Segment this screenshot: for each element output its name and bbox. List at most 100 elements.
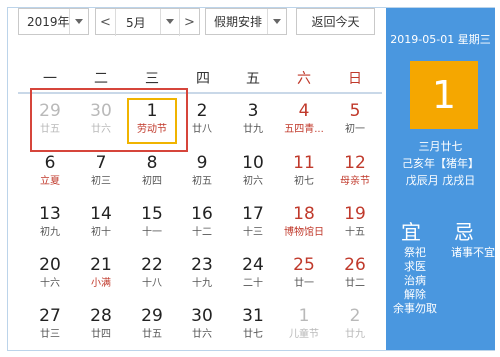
back-to-today-button[interactable]: 返回今天: [296, 8, 375, 35]
yi-list: 祭祀 求医 治病 解除 余事勿取: [386, 246, 444, 316]
year-ganzhi: 己亥年【猪年】: [402, 157, 479, 170]
lunar-label: 廿七: [243, 329, 263, 340]
day-number: 13: [39, 204, 61, 224]
day-number: 1: [298, 306, 310, 326]
weekday-label: 三: [145, 71, 159, 87]
day-number: 28: [90, 306, 112, 326]
weekday-label: 五: [246, 71, 260, 87]
day-number: 20: [39, 255, 61, 275]
day-cell[interactable]: 18 博物馆日: [279, 201, 329, 247]
lunar-label: 二十: [243, 278, 263, 289]
day-cell[interactable]: 13 初九: [25, 201, 75, 247]
day-number: 31: [242, 306, 264, 326]
day-cell[interactable]: 21 小满: [76, 252, 126, 298]
day-cell[interactable]: 27 廿三: [25, 303, 75, 349]
lunar-label: 初四: [142, 176, 162, 187]
day-number: 26: [344, 255, 366, 275]
day-cell[interactable]: 26 廿二: [330, 252, 380, 298]
weekday-label: 日: [348, 71, 362, 87]
day-number: 9: [196, 153, 208, 173]
next-month-button[interactable]: >: [179, 9, 199, 36]
day-number: 29: [141, 306, 163, 326]
day-number: 22: [141, 255, 163, 275]
lunar-date: 三月廿七: [418, 140, 463, 153]
day-number: 12: [344, 153, 366, 173]
day-cell[interactable]: 4 五四青...: [279, 98, 329, 144]
day-cell[interactable]: 23 十九: [177, 252, 227, 298]
day-number: 16: [191, 204, 213, 224]
day-cell[interactable]: 28 廿四: [76, 303, 126, 349]
highlight-box: [30, 88, 188, 152]
day-cell[interactable]: 1 儿童节: [279, 303, 329, 349]
day-number: 19: [344, 204, 366, 224]
holiday-select[interactable]: 假期安排: [205, 8, 287, 35]
day-number: 10: [242, 153, 264, 173]
day-cell[interactable]: 12 母亲节: [330, 150, 380, 196]
lunar-label: 五四青...: [284, 124, 324, 135]
day-number: 27: [39, 306, 61, 326]
day-cell[interactable]: 11 初七: [279, 150, 329, 196]
lunar-label: 廿九: [243, 124, 263, 135]
day-cell[interactable]: 14 初十: [76, 201, 126, 247]
chevron-down-icon: [267, 9, 286, 34]
day-cell[interactable]: 2 廿九: [330, 303, 380, 349]
month-day-ganzhi: 戊辰月 戊戌日: [405, 174, 476, 187]
weekday-label: 六: [297, 71, 311, 87]
lunar-label: 博物馆日: [284, 227, 324, 238]
day-cell[interactable]: 17 十三: [228, 201, 278, 247]
year-select[interactable]: 2019年: [18, 8, 89, 35]
year-select-label: 2019年: [27, 15, 70, 29]
yi-item: 祭祀: [404, 246, 426, 259]
holiday-select-label: 假期安排: [214, 15, 263, 29]
month-picker: < 5月 >: [95, 8, 200, 36]
yi-item: 解除: [404, 288, 426, 301]
chevron-down-icon: [69, 9, 88, 34]
lunar-label: 廿六: [192, 329, 212, 340]
day-cell[interactable]: 15 十一: [127, 201, 177, 247]
lunar-label: 廿五: [142, 329, 162, 340]
prev-month-button[interactable]: <: [96, 9, 116, 36]
chevron-down-icon[interactable]: [160, 9, 179, 34]
day-cell[interactable]: 29 廿五: [127, 303, 177, 349]
day-number: 11: [293, 153, 315, 173]
day-cell[interactable]: 10 初六: [228, 150, 278, 196]
lunar-label: 廿九: [345, 329, 365, 340]
day-number: 3: [247, 101, 259, 121]
day-cell[interactable]: 5 初一: [330, 98, 380, 144]
day-number: 2: [349, 306, 361, 326]
day-cell[interactable]: 30 廿六: [177, 303, 227, 349]
yi-item: 治病: [404, 274, 426, 287]
lunar-label: 十一: [142, 227, 162, 238]
day-cell[interactable]: 24 二十: [228, 252, 278, 298]
day-number: 24: [242, 255, 264, 275]
day-number: 5: [349, 101, 361, 121]
day-number: 17: [242, 204, 264, 224]
month-select-label[interactable]: 5月: [118, 14, 146, 31]
day-cell[interactable]: 7 初三: [76, 150, 126, 196]
weekday-label: 四: [196, 71, 210, 87]
yi-title: 宜: [401, 220, 421, 244]
lunar-label: 初三: [91, 176, 111, 187]
day-cell[interactable]: 19 十五: [330, 201, 380, 247]
day-number: 14: [90, 204, 112, 224]
day-cell[interactable]: 20 十六: [25, 252, 75, 298]
day-cell[interactable]: 16 十二: [177, 201, 227, 247]
lunar-label: 初五: [192, 176, 212, 187]
day-cell[interactable]: 8 初四: [127, 150, 177, 196]
lunar-label: 初十: [91, 227, 111, 238]
day-cell[interactable]: 9 初五: [177, 150, 227, 196]
day-cell[interactable]: 22 十八: [127, 252, 177, 298]
day-cell[interactable]: 25 廿一: [279, 252, 329, 298]
lunar-label: 小满: [91, 278, 111, 289]
lunar-label: 廿一: [294, 278, 314, 289]
back-to-today-label: 返回今天: [311, 15, 360, 29]
day-number: 23: [191, 255, 213, 275]
lunar-label: 初六: [243, 176, 263, 187]
ji-list: 诸事不宜: [448, 246, 498, 260]
day-number: 21: [90, 255, 112, 275]
day-number: 30: [191, 306, 213, 326]
day-cell[interactable]: 6 立夏: [25, 150, 75, 196]
day-cell[interactable]: 31 廿七: [228, 303, 278, 349]
yi-item: 余事勿取: [393, 302, 437, 315]
day-cell[interactable]: 3 廿九: [228, 98, 278, 144]
